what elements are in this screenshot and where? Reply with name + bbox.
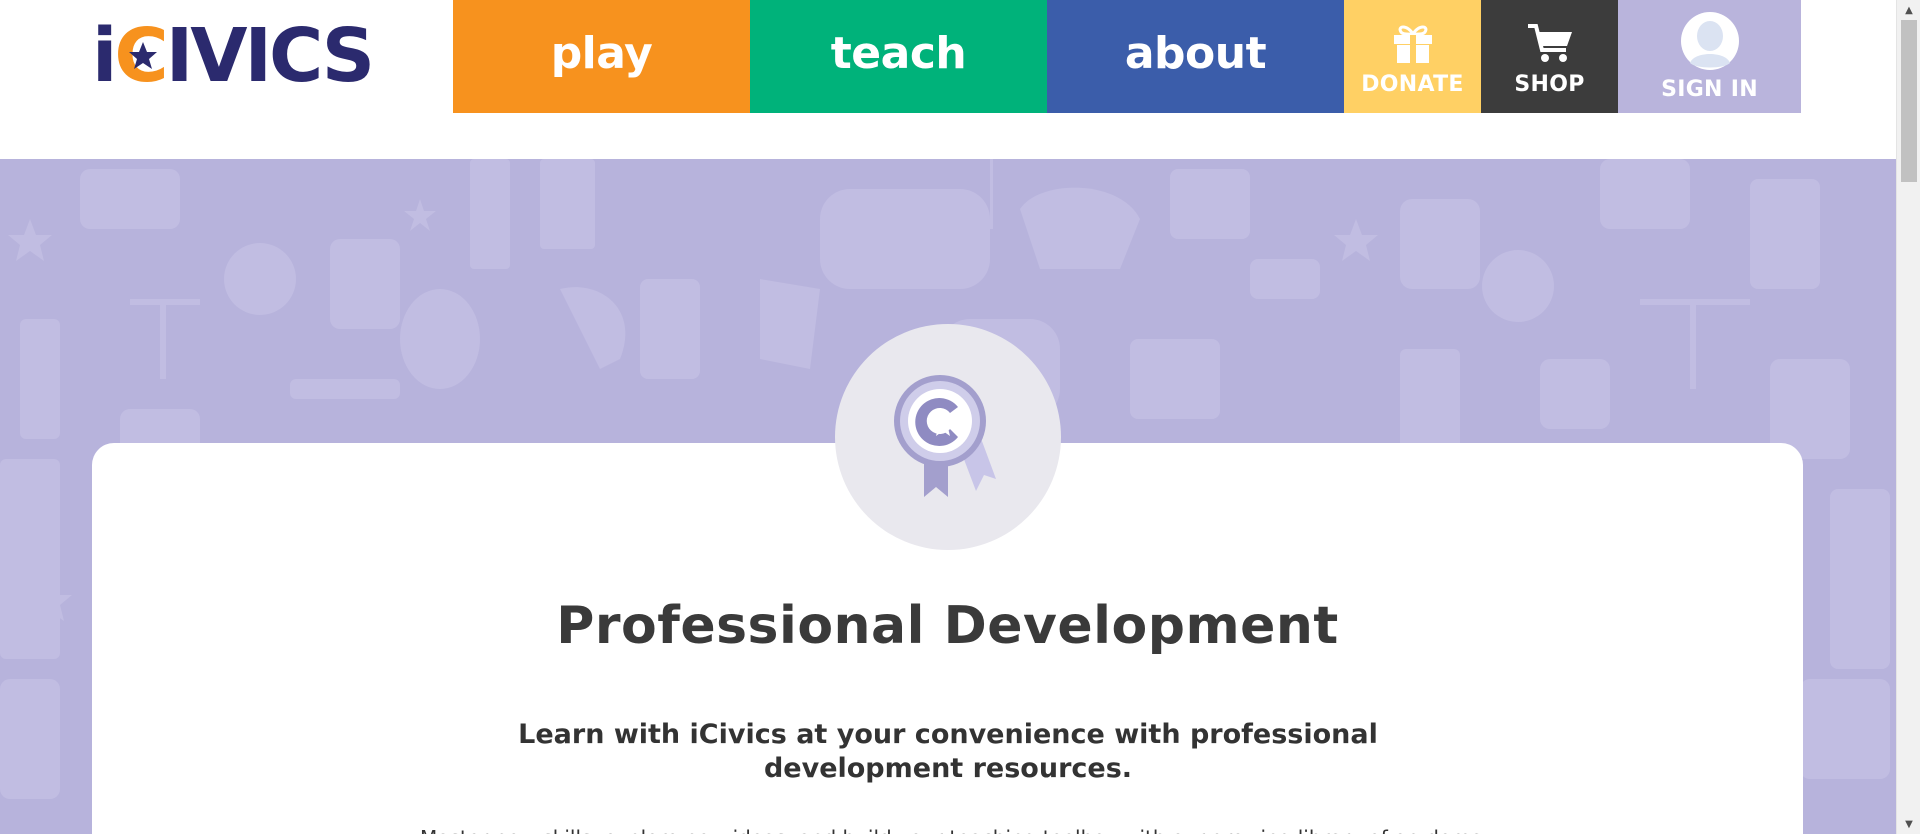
nav-about[interactable]: about [1047, 0, 1344, 113]
nav-donate-label: DONATE [1361, 72, 1464, 97]
main-nav: play teach about DONATE SHOP SIGN IN [453, 0, 1801, 113]
nav-sign-in-label: SIGN IN [1661, 77, 1758, 102]
icivics-logo[interactable]: i C IVICS [92, 18, 376, 94]
gift-icon [1391, 16, 1435, 64]
page-title: Professional Development [556, 596, 1339, 656]
logo-letter-c: C [114, 19, 168, 93]
nav-teach-label: teach [830, 28, 967, 79]
nav-play-label: play [550, 28, 653, 79]
scrollbar-thumb[interactable] [1901, 20, 1917, 182]
nav-sign-in[interactable]: SIGN IN [1618, 0, 1801, 113]
nav-shop-label: SHOP [1514, 72, 1585, 97]
nav-play[interactable]: play [453, 0, 750, 113]
logo-letters-rest: IVICS [165, 13, 375, 99]
page-scrollbar[interactable]: ▲ ▼ [1896, 0, 1920, 834]
nav-about-label: about [1124, 28, 1267, 79]
cart-icon [1526, 16, 1574, 64]
logo-wordmark: i C IVICS [92, 13, 375, 99]
nav-teach[interactable]: teach [750, 0, 1047, 113]
award-badge [835, 324, 1061, 550]
page-subtitle: Learn with iCivics at your convenience w… [518, 719, 1378, 784]
logo-star-icon [129, 42, 158, 69]
site-header: i C IVICS play teach about [0, 0, 1896, 159]
nav-donate[interactable]: DONATE [1344, 0, 1481, 113]
award-ribbon-icon [894, 375, 996, 497]
nav-shop[interactable]: SHOP [1481, 0, 1618, 113]
scroll-up-arrow-icon[interactable]: ▲ [1897, 0, 1920, 20]
user-avatar-icon [1680, 11, 1740, 71]
logo-letter-i: i [92, 13, 117, 99]
scroll-down-arrow-icon[interactable]: ▼ [1897, 814, 1920, 834]
intro-paragraph: Master new skills, explore new ideas, an… [420, 826, 1480, 834]
